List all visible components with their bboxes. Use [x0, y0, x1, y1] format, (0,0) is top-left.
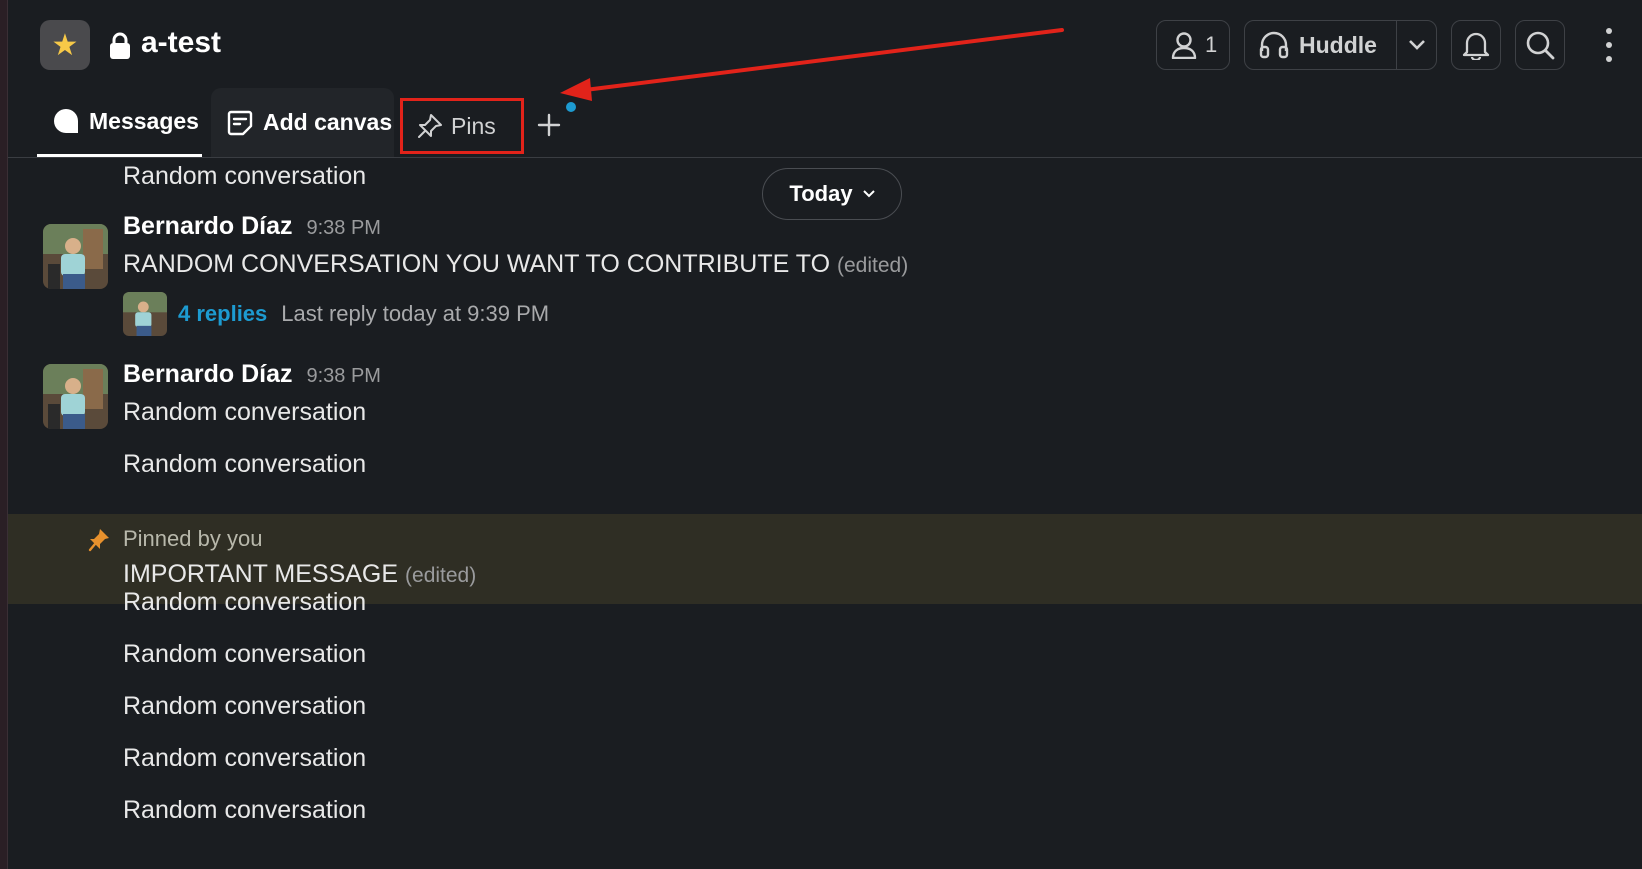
message-text[interactable]: Random conversation — [123, 398, 366, 427]
members-count: 1 — [1205, 32, 1218, 57]
message-text[interactable]: IMPORTANT MESSAGE (edited) — [123, 560, 476, 589]
message-text[interactable]: Random conversation — [123, 796, 366, 825]
message-timestamp[interactable]: 9:38 PM — [306, 365, 380, 387]
tab-add-canvas-label: Add canvas — [263, 109, 393, 135]
message-timestamp[interactable]: 9:38 PM — [306, 217, 380, 239]
huddle-options-button[interactable] — [1397, 21, 1436, 69]
person-icon — [1171, 32, 1197, 59]
avatar[interactable] — [43, 224, 108, 289]
channel-header: ★ a-test 1 Huddle — [8, 0, 1642, 90]
canvas-icon — [227, 110, 253, 135]
pinned-by-label: Pinned by you — [123, 526, 263, 551]
edited-label: (edited) — [836, 254, 909, 277]
date-divider-button[interactable]: Today — [762, 168, 902, 220]
message-body: RANDOM CONVERSATION YOU WANT TO CONTRIBU… — [123, 250, 831, 278]
lock-icon — [110, 32, 130, 59]
message-list[interactable]: Random conversation Today Bernardo Díaz 9… — [8, 158, 1642, 869]
avatar[interactable] — [43, 364, 108, 429]
search-icon — [1526, 31, 1555, 60]
window-edge — [0, 0, 8, 869]
new-indicator-dot — [566, 102, 576, 112]
reply-avatar — [123, 292, 167, 336]
last-reply-info: Last reply today at 9:39 PM — [281, 301, 550, 326]
chevron-down-icon — [862, 190, 875, 198]
tab-add-canvas[interactable]: Add canvas — [211, 88, 394, 157]
chevron-down-icon — [1408, 40, 1425, 50]
message-bubble-icon — [54, 109, 78, 133]
pin-icon — [418, 114, 442, 138]
bell-icon — [1462, 32, 1490, 60]
message-text[interactable]: RANDOM CONVERSATION YOU WANT TO CONTRIBU… — [123, 250, 908, 279]
message-body: IMPORTANT MESSAGE — [123, 560, 399, 588]
channel-tabs: Messages Add canvas Pins — [8, 88, 1642, 158]
tab-messages-label: Messages — [89, 107, 199, 134]
notifications-button[interactable] — [1451, 20, 1501, 70]
replies-link[interactable]: 4 replies — [178, 301, 267, 326]
tab-messages[interactable]: Messages — [37, 88, 202, 157]
channel-name[interactable]: a-test — [141, 26, 221, 60]
message-text[interactable]: Random conversation — [123, 640, 366, 669]
message-text[interactable]: Random conversation — [123, 692, 366, 721]
add-tab-button[interactable] — [532, 108, 566, 142]
author-name[interactable]: Bernardo Díaz — [123, 212, 292, 240]
huddle-button-group: Huddle — [1244, 20, 1437, 70]
members-button[interactable]: 1 — [1156, 20, 1230, 70]
date-label: Today — [789, 181, 853, 206]
message-text[interactable]: Random conversation — [123, 162, 366, 191]
search-button[interactable] — [1515, 20, 1565, 70]
message-author[interactable]: Bernardo Díaz 9:38 PM — [123, 360, 381, 389]
message-text[interactable]: Random conversation — [123, 588, 366, 617]
huddle-label: Huddle — [1299, 31, 1377, 58]
tab-pins-label: Pins — [451, 112, 496, 139]
plus-icon — [537, 113, 561, 137]
message-author[interactable]: Bernardo Díaz 9:38 PM — [123, 212, 381, 241]
star-icon[interactable]: ★ — [40, 20, 90, 70]
message-text[interactable]: Random conversation — [123, 450, 366, 479]
huddle-button[interactable]: Huddle — [1245, 21, 1397, 69]
thread-replies[interactable]: 4 replies Last reply today at 9:39 PM — [178, 301, 549, 327]
headphones-icon — [1259, 31, 1289, 59]
tab-pins[interactable]: Pins — [400, 98, 524, 154]
more-options-icon[interactable] — [1604, 28, 1614, 62]
message-text[interactable]: Random conversation — [123, 744, 366, 773]
author-name[interactable]: Bernardo Díaz — [123, 360, 292, 388]
pin-icon — [88, 529, 109, 552]
edited-label: (edited) — [405, 564, 477, 587]
